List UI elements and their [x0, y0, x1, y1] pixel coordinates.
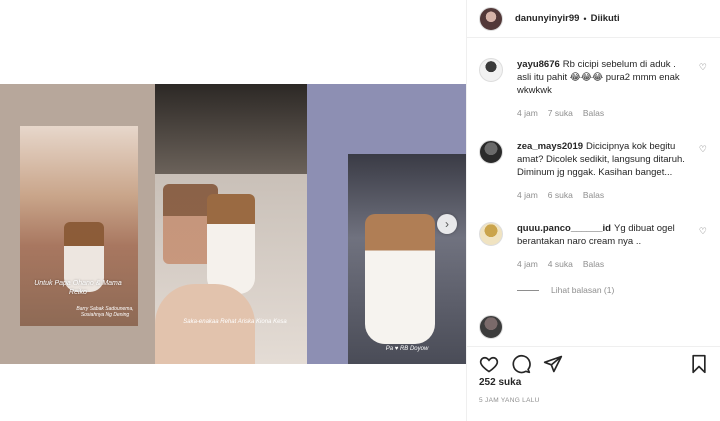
avatar[interactable] — [479, 140, 503, 164]
heart-icon[interactable]: ♡ — [699, 226, 707, 237]
avatar[interactable] — [479, 58, 503, 82]
chevron-right-icon[interactable]: › — [437, 214, 457, 234]
post-header: danunyinyir99 • Diikuti — [467, 0, 720, 38]
story-image-1: Untuk Papa Ohano & Mama Reiko Barry Saba… — [0, 84, 155, 364]
share-icon[interactable] — [543, 354, 563, 374]
comment: quuu.panco______id Yg dibuat ogel beranta… — [479, 222, 709, 271]
comment-likes[interactable]: 4 suka — [548, 258, 573, 271]
reply-button[interactable]: Balas — [583, 107, 604, 120]
image-small-caption: Barry Sabak Sadounema, Sosiahnya Ng Deni… — [76, 306, 134, 318]
comment-time[interactable]: 4 jam — [517, 258, 538, 271]
comment-time[interactable]: 4 jam — [517, 189, 538, 202]
post-timestamp[interactable]: 5 JAM YANG LALU — [479, 397, 540, 404]
reply-button[interactable]: Balas — [583, 189, 604, 202]
comments-list: yayu8676 Rb cicipi sebelum di aduk . asli… — [467, 38, 720, 346]
post-sidebar: danunyinyir99 • Diikuti yayu8676 Rb cicip… — [466, 0, 720, 421]
image-caption: Saka-enakaa Rehat Ariska Kiona Kesa — [183, 319, 287, 325]
avatar[interactable] — [479, 222, 503, 246]
heart-icon[interactable] — [479, 354, 499, 374]
comment-icon[interactable] — [511, 354, 531, 374]
drink-glass — [207, 194, 255, 294]
comment-time[interactable]: 4 jam — [517, 107, 538, 120]
follow-status-button[interactable]: Diikuti — [591, 13, 620, 24]
comment: zea_mays2019 Dicicipnya kok begitu amat? … — [479, 140, 709, 202]
comment-likes[interactable]: 6 suka — [548, 189, 573, 202]
view-replies-label: Lihat balasan (1) — [551, 285, 615, 295]
post-media: Untuk Papa Ohano & Mama Reiko Barry Saba… — [0, 0, 466, 421]
comment: yayu8676 Rb cicipi sebelum di aduk . asli… — [479, 58, 709, 120]
comment — [479, 315, 709, 339]
avatar[interactable] — [479, 6, 503, 31]
comment-username[interactable]: yayu8676 — [517, 59, 560, 70]
image-strip: Untuk Papa Ohano & Mama Reiko Barry Saba… — [0, 84, 466, 364]
comment-likes[interactable]: 7 suka — [548, 107, 573, 120]
story-image-2: Saka-enakaa Rehat Ariska Kiona Kesa — [155, 84, 307, 364]
separator: • — [583, 13, 587, 24]
bookmark-icon[interactable] — [689, 354, 709, 374]
heart-icon[interactable]: ♡ — [699, 62, 707, 73]
likes-count[interactable]: 252 suka — [479, 377, 521, 388]
divider — [517, 289, 539, 291]
comment-username[interactable]: zea_mays2019 — [517, 141, 583, 152]
comment-username[interactable]: quuu.panco______id — [517, 223, 611, 234]
drink-glass — [365, 214, 435, 344]
avatar[interactable] — [479, 315, 503, 339]
post-username[interactable]: danunyinyir99 — [515, 13, 579, 24]
image-caption: Pa ♥ RB Doyow — [385, 346, 429, 352]
heart-icon[interactable]: ♡ — [699, 144, 707, 155]
reply-button[interactable]: Balas — [583, 258, 604, 271]
action-bar — [467, 346, 720, 376]
image-caption: Untuk Papa Ohano & Mama Reiko — [34, 280, 122, 296]
view-replies-button[interactable]: Lihat balasan (1) — [517, 285, 709, 295]
